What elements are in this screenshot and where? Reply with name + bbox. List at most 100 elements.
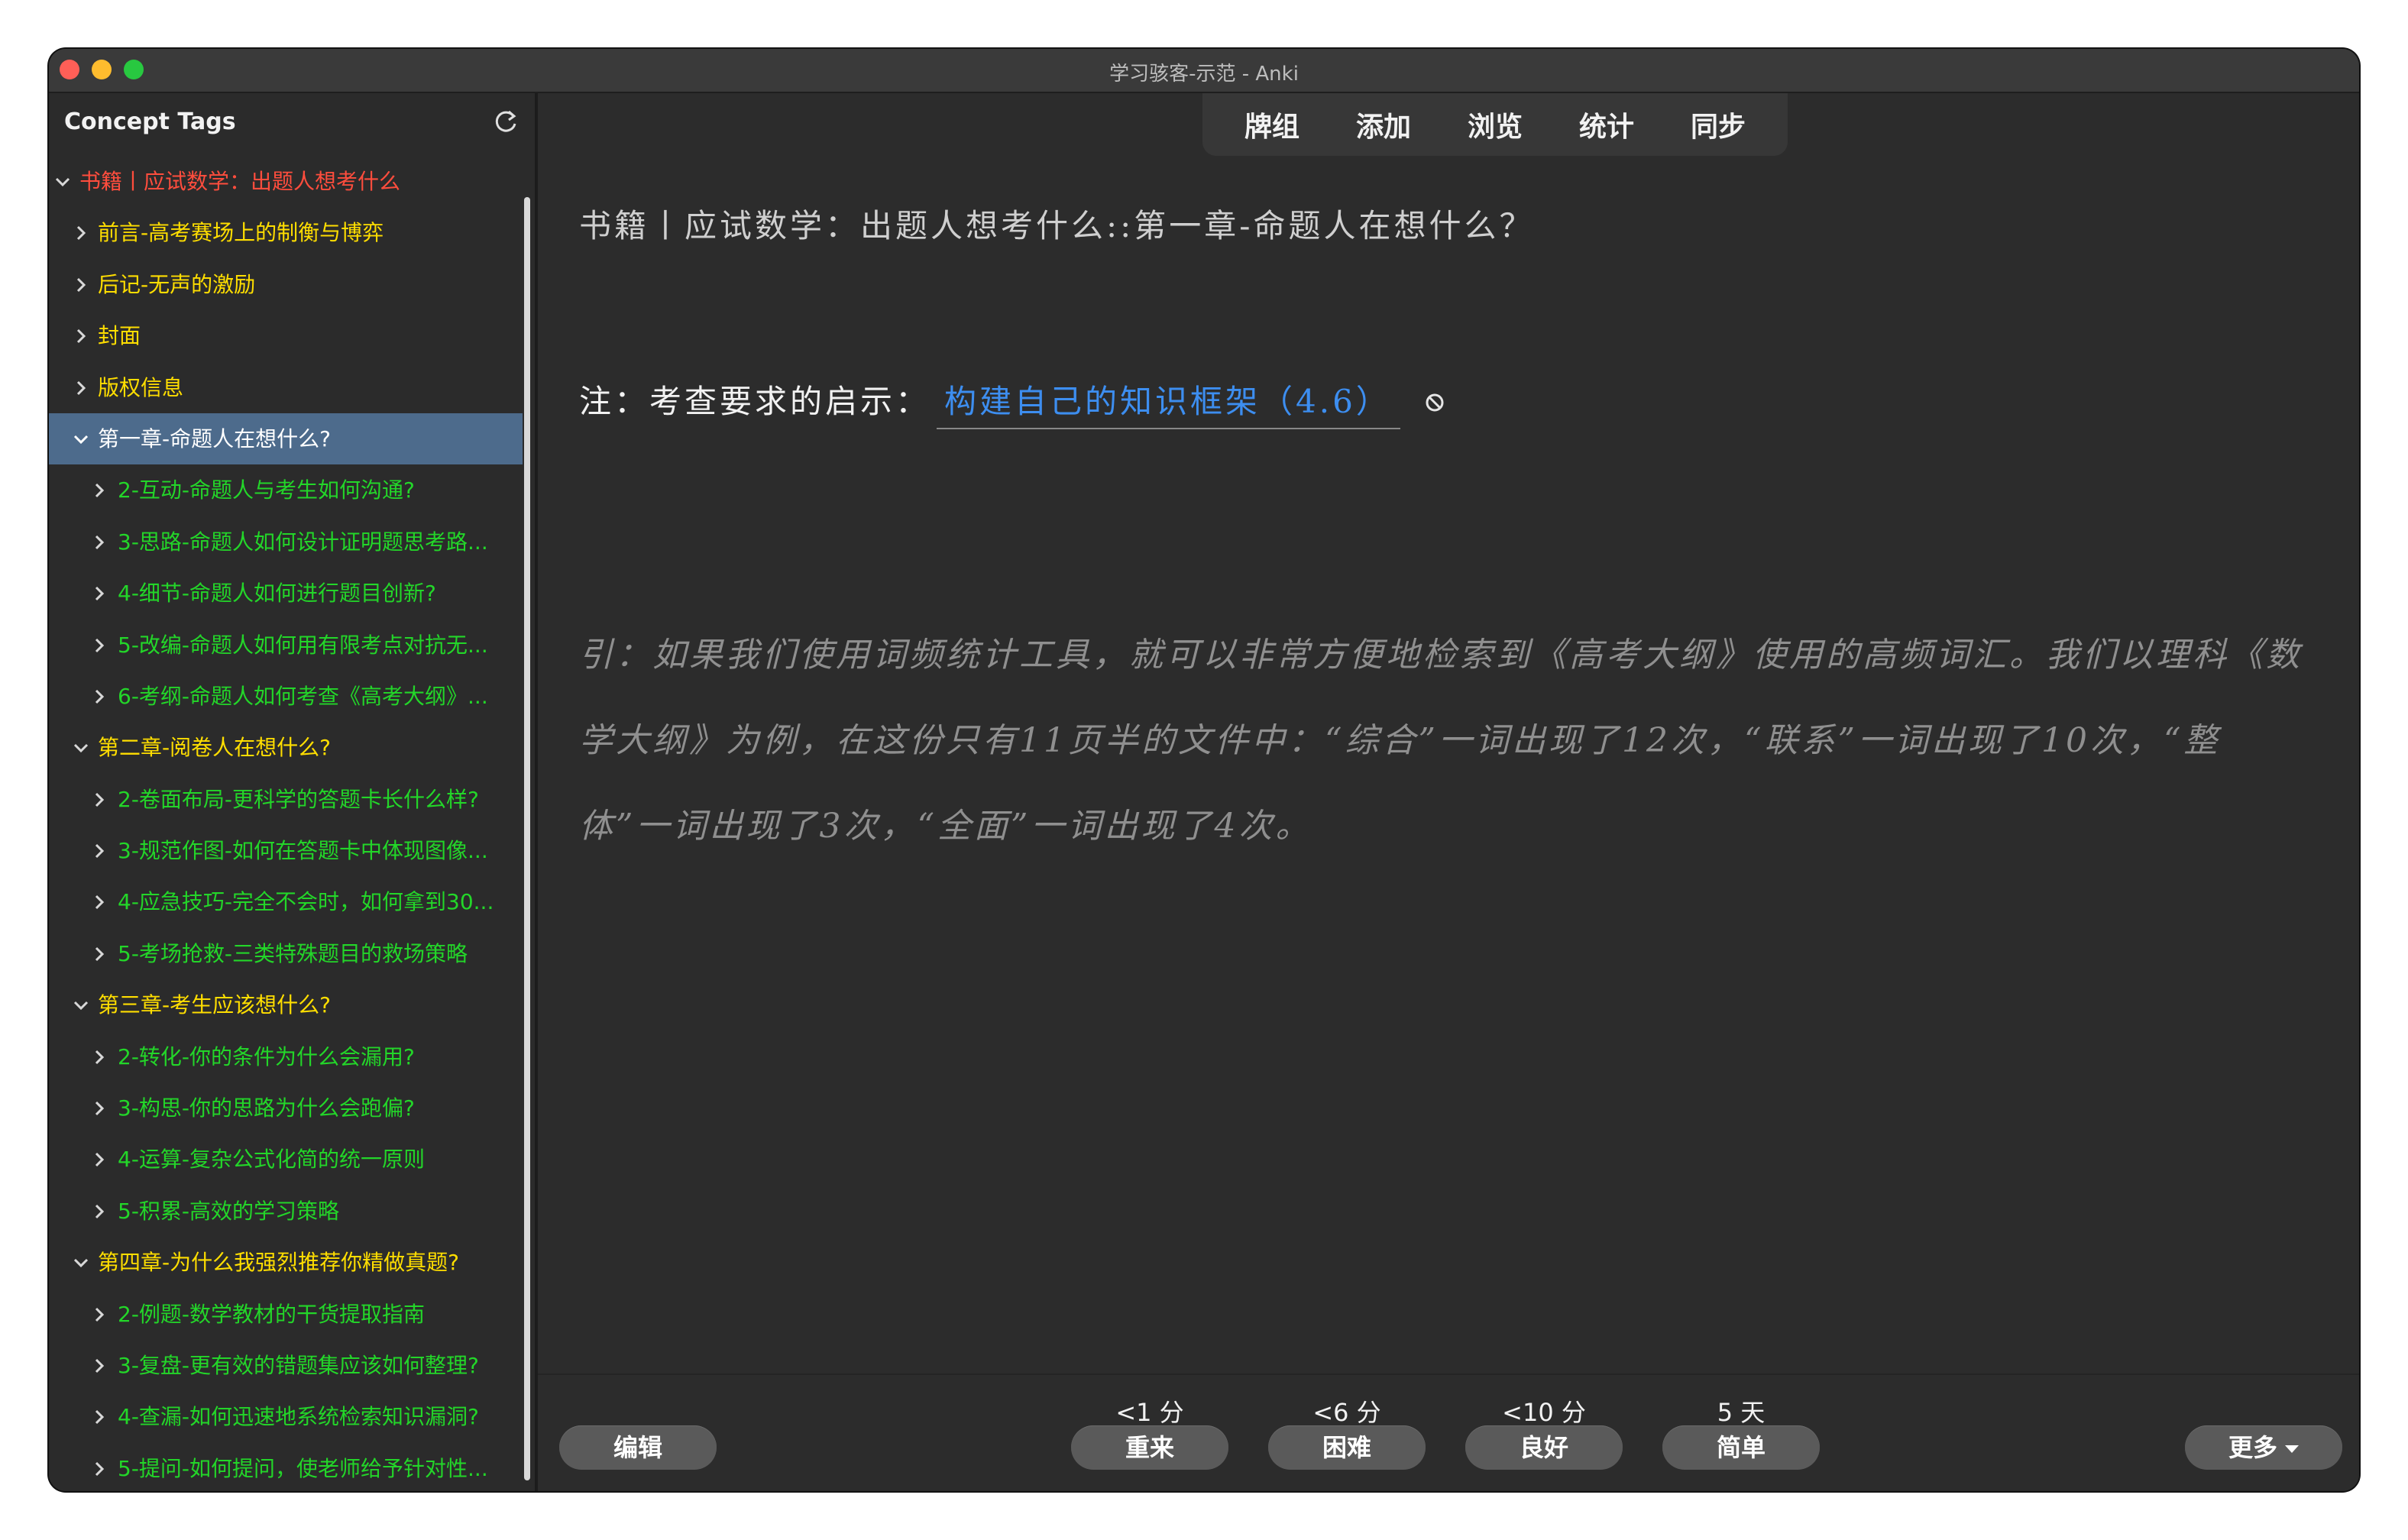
tree-item-label: 4-运算-复杂公式化简的统一原则 bbox=[118, 1147, 426, 1173]
tree-item[interactable]: 4-应急技巧-完全不会时，如何拿到30... bbox=[49, 876, 523, 927]
tree-item[interactable]: 4-查漏-如何迅速地系统检索知识漏洞? bbox=[49, 1391, 523, 1442]
tree-item-label: 5-积累-高效的学习策略 bbox=[118, 1198, 340, 1224]
chevron-down-icon[interactable] bbox=[70, 1252, 92, 1273]
tree-item[interactable]: 3-构思-你的思路为什么会跑偏? bbox=[49, 1082, 523, 1134]
chevron-right-icon[interactable] bbox=[89, 532, 110, 553]
hard-interval: <6 分 bbox=[1312, 1398, 1381, 1427]
tree-item-label: 封面 bbox=[98, 323, 141, 349]
tree-item[interactable]: 4-运算-复杂公式化简的统一原则 bbox=[49, 1134, 523, 1185]
tree-item-label: 第三章-考生应该想什么? bbox=[98, 992, 331, 1018]
answer-bar: 编辑 <1 分 重来 <6 分 困难 <10 分 良好 5 天 简单 更多 bbox=[538, 1373, 2359, 1491]
tree-item[interactable]: 5-积累-高效的学习策略 bbox=[49, 1186, 523, 1237]
tree-item[interactable]: 3-思路-命题人如何设计证明题思考路... bbox=[49, 516, 523, 568]
tree-item-label: 4-细节-命题人如何进行题目创新? bbox=[118, 581, 436, 607]
toolbar-sync-button[interactable]: 同步 bbox=[1691, 105, 1746, 144]
edit-button[interactable]: 编辑 bbox=[559, 1425, 717, 1470]
tree-item[interactable]: 后记-无声的激励 bbox=[49, 259, 523, 310]
link-icon[interactable] bbox=[1423, 391, 1446, 414]
tree-item[interactable]: 5-提问-如何提问，使老师给予针对性... bbox=[49, 1443, 523, 1491]
hard-button[interactable]: 困难 bbox=[1268, 1425, 1426, 1470]
chevron-right-icon[interactable] bbox=[89, 1149, 110, 1170]
toolbar-browse-button[interactable]: 浏览 bbox=[1468, 105, 1523, 144]
tree-item-label: 5-改编-命题人如何用有限考点对抗无... bbox=[118, 632, 488, 658]
easy-button[interactable]: 简单 bbox=[1662, 1425, 1820, 1470]
tree-item[interactable]: 第二章-阅卷人在想什么? bbox=[49, 722, 523, 773]
chevron-right-icon[interactable] bbox=[89, 635, 110, 656]
chevron-right-icon[interactable] bbox=[89, 686, 110, 707]
chevron-right-icon[interactable] bbox=[89, 891, 110, 913]
tree-item-label: 4-应急技巧-完全不会时，如何拿到30... bbox=[118, 889, 494, 915]
caret-down-icon bbox=[2285, 1445, 2299, 1453]
tree-item[interactable]: 封面 bbox=[49, 310, 523, 361]
chevron-right-icon[interactable] bbox=[70, 325, 92, 347]
tree-item-label: 3-构思-你的思路为什么会跑偏? bbox=[118, 1095, 415, 1121]
easy-interval: 5 天 bbox=[1717, 1398, 1766, 1427]
tree-item[interactable]: 4-细节-命题人如何进行题目创新? bbox=[49, 568, 523, 619]
chevron-right-icon[interactable] bbox=[89, 943, 110, 965]
main-toolbar: 牌组 添加 浏览 统计 同步 bbox=[1202, 93, 1788, 156]
window-title: 学习骇客-示范 - Anki bbox=[1109, 63, 1299, 86]
tree-item[interactable]: 2-互动-命题人与考生如何沟通? bbox=[49, 464, 523, 516]
chevron-right-icon[interactable] bbox=[89, 1355, 110, 1377]
sidebar-header: Concept Tags bbox=[49, 93, 535, 156]
chevron-right-icon[interactable] bbox=[89, 789, 110, 810]
tree-item-label: 版权信息 bbox=[98, 374, 184, 400]
good-interval: <10 分 bbox=[1502, 1398, 1586, 1427]
sidebar-title: Concept Tags bbox=[64, 108, 236, 135]
good-button[interactable]: 良好 bbox=[1465, 1425, 1623, 1470]
more-label: 更多 bbox=[2228, 1433, 2277, 1462]
tree-item-label: 5-考场抢救-三类特殊题目的救场策略 bbox=[118, 940, 468, 966]
tree-item[interactable]: 3-规范作图-如何在答题卡中体现图像... bbox=[49, 825, 523, 876]
refresh-icon[interactable] bbox=[490, 107, 521, 138]
card-quote: 引：如果我们使用词频统计工具，就可以非常方便地检索到《高考大纲》使用的高频词汇。… bbox=[579, 636, 2303, 846]
note-link[interactable]: 构建自己的知识框架（4.6） bbox=[937, 383, 1400, 429]
tree-item-label: 第二章-阅卷人在想什么? bbox=[98, 735, 331, 761]
tree-item-label: 6-考纲-命题人如何考查《高考大纲》... bbox=[118, 683, 488, 709]
tree-item-label: 2-卷面布局-更科学的答题卡长什么样? bbox=[118, 786, 479, 812]
tree-item-label: 前言-高考赛场上的制衡与博弈 bbox=[98, 220, 384, 246]
chevron-right-icon[interactable] bbox=[89, 1406, 110, 1428]
chevron-down-icon[interactable] bbox=[70, 429, 92, 450]
chevron-down-icon[interactable] bbox=[52, 171, 73, 192]
chevron-right-icon[interactable] bbox=[70, 222, 92, 244]
chevron-right-icon[interactable] bbox=[89, 1458, 110, 1480]
tree-item-label: 2-互动-命题人与考生如何沟通? bbox=[118, 477, 415, 503]
card-note: 注：考查要求的启示： 构建自己的知识框架（4.6） bbox=[579, 376, 1446, 429]
toolbar-add-button[interactable]: 添加 bbox=[1356, 105, 1411, 144]
tree-item[interactable]: 第三章-考生应该想什么? bbox=[49, 979, 523, 1030]
tree-item[interactable]: 书籍丨应试数学：出题人想考什么 bbox=[49, 156, 523, 207]
tree-item[interactable]: 2-转化-你的条件为什么会漏用? bbox=[49, 1031, 523, 1082]
chevron-right-icon[interactable] bbox=[89, 583, 110, 604]
chevron-right-icon[interactable] bbox=[89, 1098, 110, 1119]
chevron-right-icon[interactable] bbox=[89, 480, 110, 501]
tree-item[interactable]: 第四章-为什么我强烈推荐你精做真题? bbox=[49, 1237, 523, 1288]
tree-item[interactable]: 前言-高考赛场上的制衡与博弈 bbox=[49, 207, 523, 258]
review-area: 牌组 添加 浏览 统计 同步 书籍丨应试数学：出题人想考什么::第一章-命题人在… bbox=[538, 93, 2359, 1491]
chevron-right-icon[interactable] bbox=[89, 1201, 110, 1222]
again-interval: <1 分 bbox=[1115, 1398, 1184, 1427]
tree-item[interactable]: 6-考纲-命题人如何考查《高考大纲》... bbox=[49, 671, 523, 722]
tree-item-label: 5-提问-如何提问，使老师给予针对性... bbox=[118, 1455, 488, 1481]
title-bar: 学习骇客-示范 - Anki bbox=[49, 49, 2359, 93]
note-prefix: 注：考查要求的启示： bbox=[579, 383, 931, 420]
sidebar-scrollbar[interactable] bbox=[524, 197, 530, 1480]
tree-item[interactable]: 5-考场抢救-三类特殊题目的救场策略 bbox=[49, 928, 523, 979]
chevron-right-icon[interactable] bbox=[89, 840, 110, 862]
chevron-right-icon[interactable] bbox=[89, 1047, 110, 1068]
tree-item[interactable]: 第一章-命题人在想什么? bbox=[49, 412, 523, 465]
tree-item[interactable]: 5-改编-命题人如何用有限考点对抗无... bbox=[49, 620, 523, 671]
chevron-down-icon[interactable] bbox=[70, 995, 92, 1016]
chevron-right-icon[interactable] bbox=[70, 377, 92, 399]
more-button[interactable]: 更多 bbox=[2185, 1425, 2342, 1470]
tree-item[interactable]: 版权信息 bbox=[49, 362, 523, 413]
tree-item[interactable]: 2-例题-数学教材的干货提取指南 bbox=[49, 1289, 523, 1340]
toolbar-stats-button[interactable]: 统计 bbox=[1579, 105, 1634, 144]
tree-item[interactable]: 2-卷面布局-更科学的答题卡长什么样? bbox=[49, 774, 523, 825]
tree-item[interactable]: 3-复盘-更有效的错题集应该如何整理? bbox=[49, 1340, 523, 1391]
chevron-right-icon[interactable] bbox=[89, 1304, 110, 1325]
tree-item-label: 4-查漏-如何迅速地系统检索知识漏洞? bbox=[118, 1404, 479, 1430]
chevron-down-icon[interactable] bbox=[70, 737, 92, 759]
toolbar-decks-button[interactable]: 牌组 bbox=[1244, 105, 1299, 144]
chevron-right-icon[interactable] bbox=[70, 274, 92, 296]
again-button[interactable]: 重来 bbox=[1071, 1425, 1228, 1470]
